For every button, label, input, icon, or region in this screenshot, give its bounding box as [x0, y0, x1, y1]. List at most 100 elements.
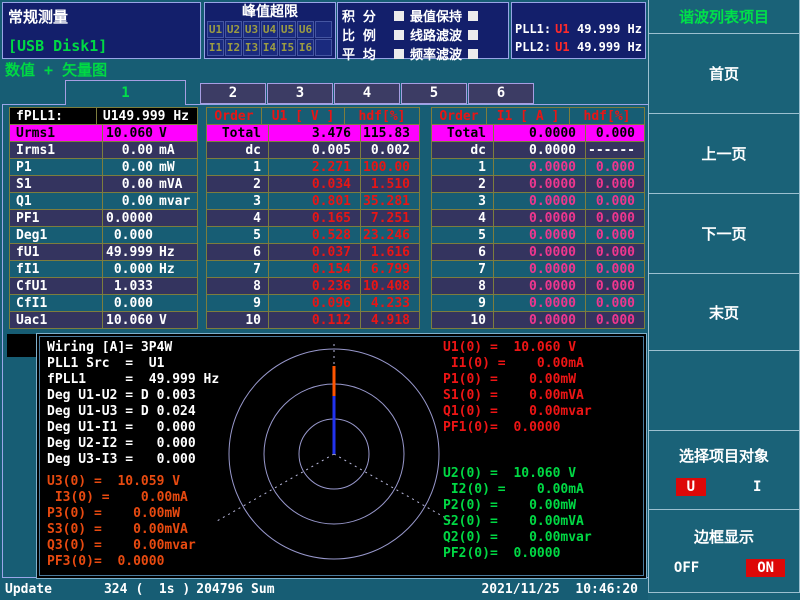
phase2-line: S2(0) = 0.00mVA	[443, 514, 592, 530]
harmonic-value: 2.271	[269, 159, 361, 175]
update-count: 324	[104, 582, 127, 597]
measurement-value: 0.000	[103, 296, 153, 311]
peak-cell-u: U6	[297, 21, 314, 38]
tab-element-3[interactable]: 3	[267, 83, 333, 104]
measurement-row-Uac1: Uac110.060V	[9, 312, 198, 329]
harmonic-hdf: 0.000	[586, 177, 644, 192]
mode-label: 比 例	[342, 25, 388, 44]
pll-label: PLL1:	[515, 20, 551, 38]
harmonic-row: Total3.476115.83	[206, 125, 420, 142]
harmonic-order: 8	[432, 278, 494, 294]
harmonic-hdf: 1.510	[361, 177, 419, 192]
harmonic-value: 0.528	[269, 227, 361, 243]
mode-label: 平 均	[342, 44, 388, 63]
phase2-line: U2(0) = 10.060 V	[443, 466, 592, 482]
harmonic-order: 7	[432, 261, 494, 277]
tab-element-4[interactable]: 4	[334, 83, 400, 104]
harmonic-hdf: ------	[586, 143, 644, 158]
harmonic-header-row: OrderI1 [ A ]hdf[%]	[431, 107, 645, 125]
harmonic-row: 80.00000.000	[431, 278, 645, 295]
measurement-row-fI1: fI10.000Hz	[9, 261, 198, 278]
select-option-u[interactable]: U	[676, 478, 706, 496]
tab-element-2[interactable]: 2	[200, 83, 266, 104]
peak-cell-i: I1	[207, 39, 224, 56]
filter-label: 最值保持	[410, 6, 462, 25]
usb-disk-indicator: [USB Disk1]	[8, 37, 107, 55]
mode-row: 平 均频率滤波	[342, 44, 504, 63]
harmonic-order: 9	[207, 295, 269, 311]
measurement-name: fI1	[10, 261, 103, 277]
content-frame: fPLL1: U1 49.999 Hz Urms110.060VIrms1 0.0…	[2, 104, 648, 578]
mode-indicator-box	[394, 30, 404, 40]
harmonic-value: 0.0000	[494, 278, 586, 294]
select-item-object-section: 选择项目对象 UI	[648, 430, 800, 510]
pll-frequency: 49.999 Hz	[577, 20, 642, 38]
harmonic-row: 60.0371.616	[206, 244, 420, 261]
measurement-unit: mW	[153, 160, 197, 175]
measurement-row-Urms1: Urms110.060V	[9, 125, 198, 142]
harmonic-value: 0.0000	[494, 244, 586, 260]
measurement-unit: Hz	[153, 245, 197, 260]
measurement-unit: mVA	[153, 177, 197, 192]
measurement-table: fPLL1: U1 49.999 Hz Urms110.060VIrms1 0.0…	[9, 107, 198, 329]
measurement-row-CfU1: CfU11.033	[9, 278, 198, 295]
harmonic-row: 30.80135.281	[206, 193, 420, 210]
nav-button-3[interactable]: 下一页	[648, 193, 800, 274]
harmonic-value: 0.0000	[494, 159, 586, 175]
harmonic-row: dc0.0000------	[431, 142, 645, 159]
phase1-values-block: U1(0) = 10.060 V I1(0) = 0.00mAP1(0) = 0…	[443, 340, 592, 436]
peak-cell-u: U4	[261, 21, 278, 38]
harmonic-hdf: 7.251	[361, 211, 419, 226]
border-option-on[interactable]: ON	[746, 559, 785, 577]
harmonic-order: dc	[207, 142, 269, 158]
peak-current-indicators: I1I2I3I4I5I6	[205, 39, 335, 56]
harmonic-hdf: 10.408	[361, 279, 419, 294]
harmonic-row: 40.1657.251	[206, 210, 420, 227]
harmonic-hdf: 0.000	[586, 228, 644, 243]
phase2-line: PF2(0)= 0.0000	[443, 546, 592, 562]
harmonic-value: 0.0000	[494, 176, 586, 192]
harmonic-row: 40.00000.000	[431, 210, 645, 227]
nav-button-1[interactable]: 首页	[648, 33, 800, 114]
phase3-line: Q3(0) = 0.00mvar	[47, 538, 196, 554]
harmonic-order: 8	[207, 278, 269, 294]
harmonic-row: 30.00000.000	[431, 193, 645, 210]
harmonic-order: dc	[432, 142, 494, 158]
measurement-name: Irms1	[10, 142, 103, 158]
peak-cell-i: I4	[261, 39, 278, 56]
nav-button-4[interactable]: 末页	[648, 273, 800, 351]
measurement-row-S1: S10.00mVA	[9, 176, 198, 193]
harmonic-hdf: 1.616	[361, 245, 419, 260]
tab-element-6[interactable]: 6	[468, 83, 534, 104]
peak-cell-u: U3	[243, 21, 260, 38]
measurement-row-PF1: PF10.0000	[9, 210, 198, 227]
harmonic-hdf: 4.233	[361, 296, 419, 311]
tab-element-1[interactable]: 1	[65, 80, 186, 105]
update-label: Update	[5, 582, 52, 597]
phase3-line: PF3(0)= 0.0000	[47, 554, 196, 570]
harmonic-order: 9	[432, 295, 494, 311]
nav-button-2[interactable]: 上一页	[648, 113, 800, 194]
measurement-table-header: fPLL1: U1 49.999 Hz	[9, 107, 198, 125]
border-option-off[interactable]: OFF	[663, 559, 710, 577]
harmonic-hdf: 0.000	[586, 126, 644, 141]
harmonic-value: 0.112	[269, 312, 361, 328]
phase3-line: I3(0) = 0.00mA	[47, 490, 196, 506]
harmonic-row: dc0.0050.002	[206, 142, 420, 159]
pll-row: PLL1:U149.999 Hz	[515, 20, 642, 38]
measurement-name: Q1	[10, 193, 103, 209]
phase3-line: U3(0) = 10.059 V	[47, 474, 196, 490]
harmonic-hdf: 0.000	[586, 279, 644, 294]
peak-cell-u	[315, 21, 332, 38]
harmonic-order: 4	[432, 210, 494, 226]
select-option-i[interactable]: I	[742, 478, 772, 496]
harmonic-order: 2	[207, 176, 269, 192]
filter-label: 线路滤波	[410, 25, 462, 44]
fpll-label: fPLL1:	[10, 108, 97, 124]
harmonic-value: 0.0000	[494, 142, 586, 158]
measurement-unit: mvar	[153, 194, 197, 209]
tab-element-5[interactable]: 5	[401, 83, 467, 104]
harmonic-value: 0.037	[269, 244, 361, 260]
harmonic-row: Total0.00000.000	[431, 125, 645, 142]
pll-label: PLL2:	[515, 38, 551, 56]
